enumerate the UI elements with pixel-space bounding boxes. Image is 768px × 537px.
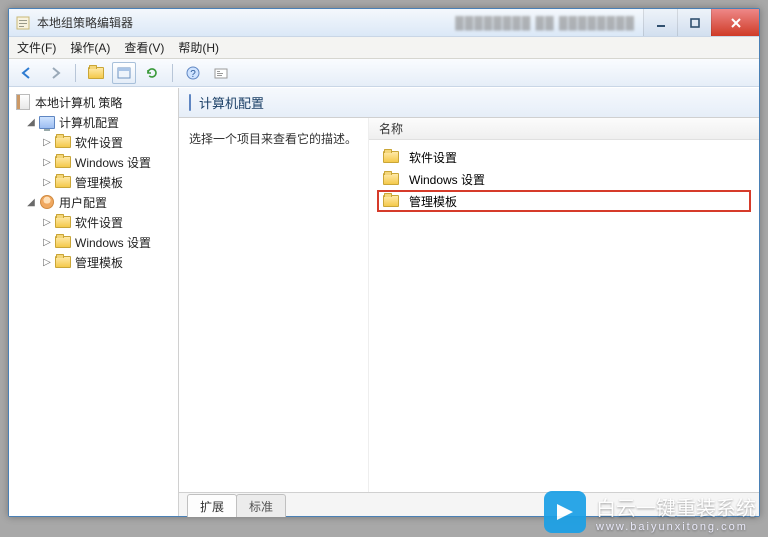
- app-window: 本地组策略编辑器 ████████ ██ ████████ 文件(F) 操作(A…: [8, 8, 760, 517]
- watermark-url: www.baiyunxitong.com: [596, 521, 756, 533]
- toolbar-refresh-button[interactable]: [140, 62, 164, 84]
- expand-icon[interactable]: ▷: [41, 237, 53, 248]
- list-items: 软件设置 Windows 设置 管理模板: [369, 140, 759, 218]
- toolbar-view-button[interactable]: [112, 62, 136, 84]
- maximize-button[interactable]: [677, 9, 711, 36]
- content-body: 选择一个项目来查看它的描述。 名称 软件设置 Windows 设置: [179, 118, 759, 492]
- titlebar-blur-text: ████████ ██ ████████: [455, 16, 635, 30]
- menu-help[interactable]: 帮助(H): [178, 39, 219, 56]
- app-icon: [15, 15, 31, 31]
- collapse-icon[interactable]: ◢: [25, 117, 37, 128]
- tree-root[interactable]: 本地计算机 策略: [11, 92, 176, 112]
- list-item-software[interactable]: 软件设置: [377, 146, 751, 168]
- toolbar: ?: [9, 59, 759, 87]
- tree-pane[interactable]: 本地计算机 策略 ◢ 计算机配置 ▷ 软件设置 ▷ Windows 设置 ▷ 管…: [9, 88, 179, 516]
- tree-item-windows[interactable]: ▷ Windows 设置: [11, 232, 176, 252]
- folder-icon: [55, 174, 71, 190]
- tree-item-admin[interactable]: ▷ 管理模板: [11, 252, 176, 272]
- folder-icon: [383, 171, 399, 187]
- computer-icon: [189, 95, 191, 110]
- list-item-admin[interactable]: 管理模板: [377, 190, 751, 212]
- toolbar-separator: [172, 64, 173, 82]
- nav-forward-button[interactable]: [43, 62, 67, 84]
- window-controls: [643, 9, 759, 36]
- titlebar: 本地组策略编辑器 ████████ ██ ████████: [9, 9, 759, 37]
- folder-icon: [55, 254, 71, 270]
- menu-file[interactable]: 文件(F): [17, 39, 56, 56]
- body: 本地计算机 策略 ◢ 计算机配置 ▷ 软件设置 ▷ Windows 设置 ▷ 管…: [9, 87, 759, 516]
- list-item-windows[interactable]: Windows 设置: [377, 168, 751, 190]
- expand-icon[interactable]: ▷: [41, 257, 53, 268]
- tree-item-windows[interactable]: ▷ Windows 设置: [11, 152, 176, 172]
- tab-standard[interactable]: 标准: [236, 494, 286, 517]
- toolbar-folder-button[interactable]: [84, 62, 108, 84]
- toolbar-help-button[interactable]: ?: [181, 62, 205, 84]
- folder-icon: [55, 154, 71, 170]
- menu-view[interactable]: 查看(V): [124, 39, 164, 56]
- tab-extended[interactable]: 扩展: [187, 494, 237, 517]
- svg-text:?: ?: [190, 69, 196, 80]
- user-icon: [39, 194, 55, 210]
- tree-computer-config[interactable]: ◢ 计算机配置: [11, 112, 176, 132]
- column-header-name[interactable]: 名称: [369, 118, 759, 140]
- expand-icon[interactable]: ▷: [41, 217, 53, 228]
- computer-icon: [39, 114, 55, 130]
- expand-icon[interactable]: ▷: [41, 137, 53, 148]
- policy-icon: [15, 94, 31, 110]
- toolbar-properties-button[interactable]: [209, 62, 233, 84]
- folder-icon: [55, 134, 71, 150]
- content-pane: 计算机配置 选择一个项目来查看它的描述。 名称 软件设置: [179, 88, 759, 516]
- description-text: 选择一个项目来查看它的描述。: [189, 132, 357, 146]
- content-heading: 计算机配置: [199, 93, 264, 112]
- tree-item-admin[interactable]: ▷ 管理模板: [11, 172, 176, 192]
- watermark-brand: 白云一键重装系统: [596, 498, 756, 520]
- description-column: 选择一个项目来查看它的描述。: [179, 118, 369, 492]
- window-title: 本地组策略编辑器: [37, 14, 455, 31]
- menubar: 文件(F) 操作(A) 查看(V) 帮助(H): [9, 37, 759, 59]
- tree-item-software[interactable]: ▷ 软件设置: [11, 212, 176, 232]
- folder-icon: [383, 149, 399, 165]
- menu-action[interactable]: 操作(A): [70, 39, 110, 56]
- tree-item-software[interactable]: ▷ 软件设置: [11, 132, 176, 152]
- watermark: 白云一键重装系统 www.baiyunxitong.com: [544, 491, 756, 533]
- folder-icon: [55, 214, 71, 230]
- expand-icon[interactable]: ▷: [41, 157, 53, 168]
- list-column: 名称 软件设置 Windows 设置 管理模板: [369, 118, 759, 492]
- nav-back-button[interactable]: [15, 62, 39, 84]
- toolbar-separator: [75, 64, 76, 82]
- collapse-icon[interactable]: ◢: [25, 197, 37, 208]
- tree-user-config[interactable]: ◢ 用户配置: [11, 192, 176, 212]
- content-header: 计算机配置: [179, 88, 759, 118]
- close-button[interactable]: [711, 9, 759, 36]
- minimize-button[interactable]: [643, 9, 677, 36]
- watermark-logo-icon: [544, 491, 586, 533]
- folder-icon: [383, 193, 399, 209]
- folder-icon: [55, 234, 71, 250]
- expand-icon[interactable]: ▷: [41, 177, 53, 188]
